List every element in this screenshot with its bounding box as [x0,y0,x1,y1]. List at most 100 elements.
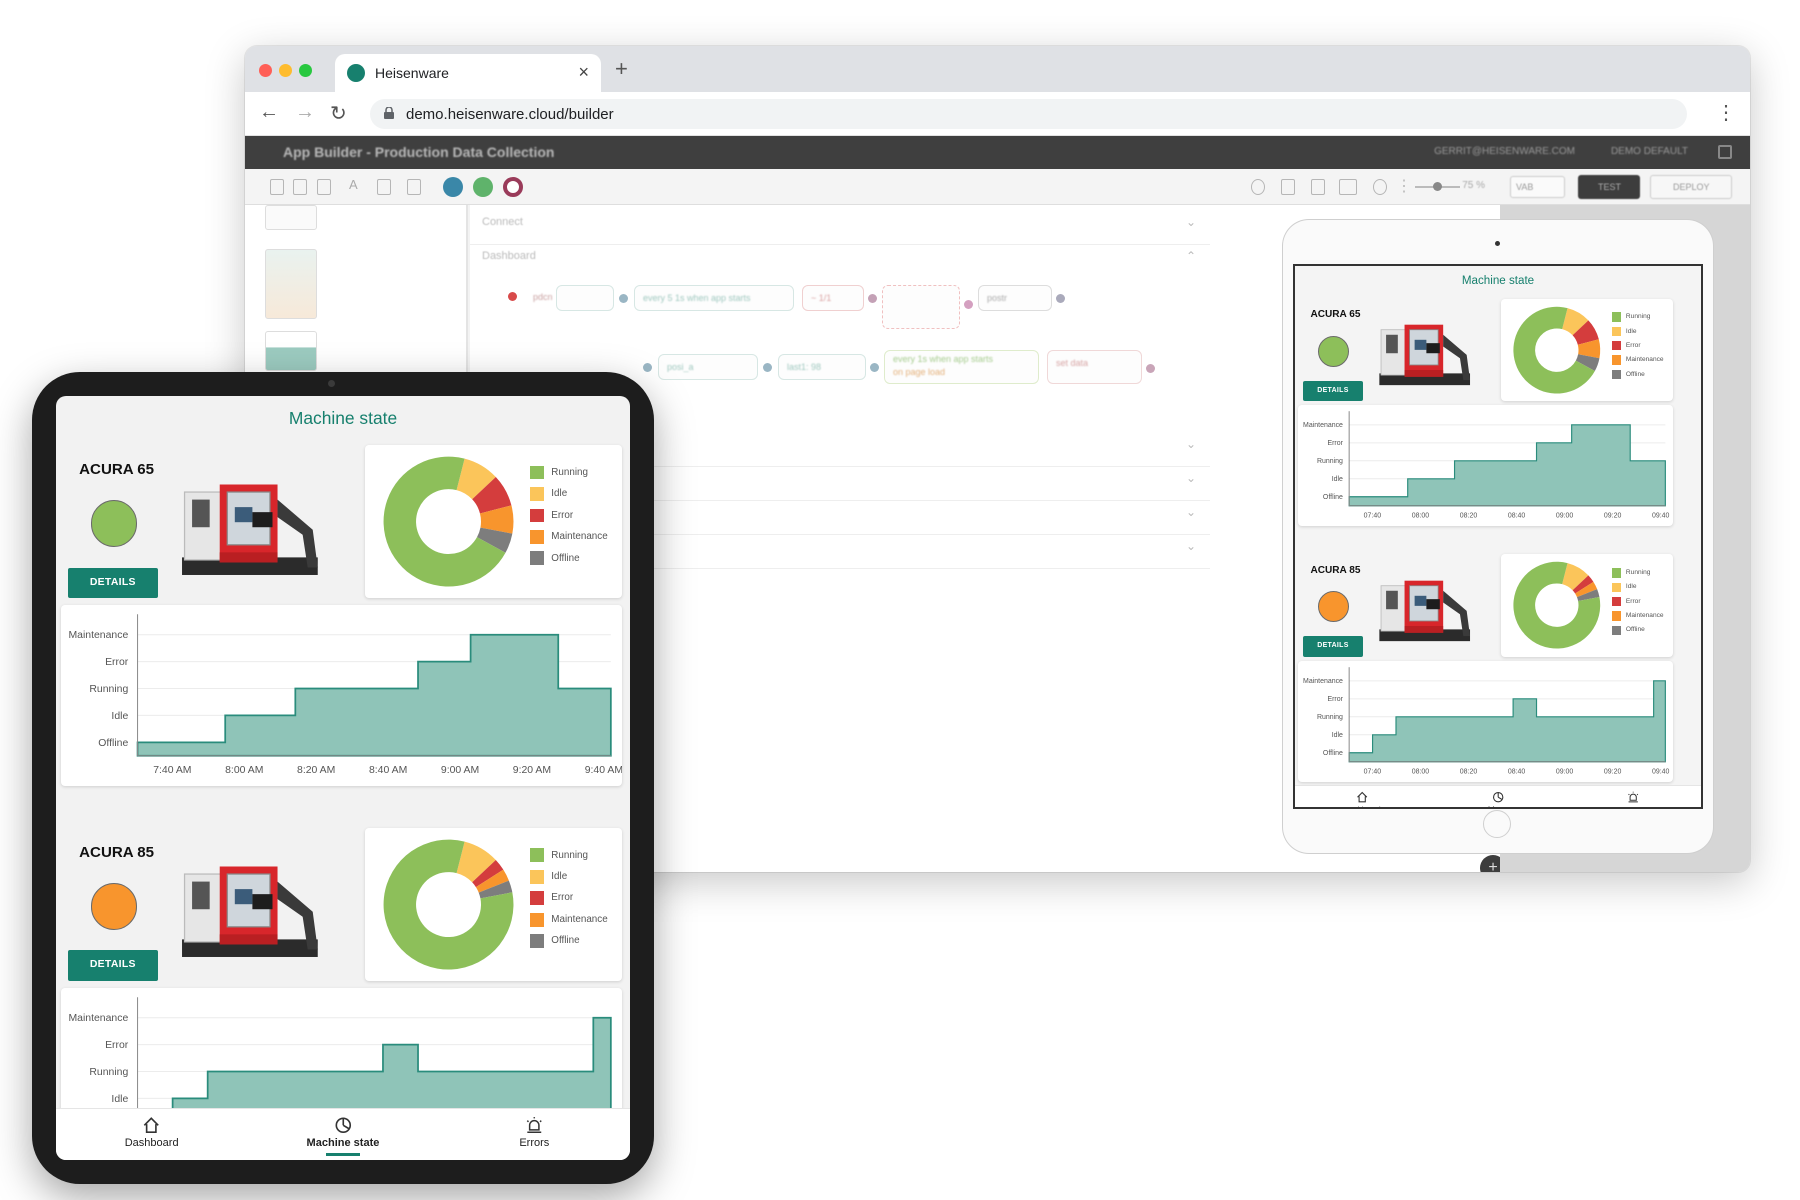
flow-node[interactable]: every 1s when app starts on page load [884,350,1039,384]
chevron-down-icon[interactable]: ⌄ [1186,539,1196,553]
legend-label: Error [551,892,574,904]
preview-phone-icon[interactable] [1281,179,1295,195]
user-email[interactable]: GERRIT@HEISENWARE.COM [1434,146,1575,157]
device-camera [328,380,335,387]
node-port[interactable] [870,363,879,372]
details-button[interactable]: DETAILS [67,950,159,981]
more-icon[interactable]: ⋮ [1396,176,1412,195]
browser-toolbar: ← → ↻ demo.heisenware.cloud/builder ⋮ [245,92,1750,136]
flow-node[interactable]: last1: 98 [778,354,866,380]
legend-label: Maintenance [1625,356,1664,364]
tablet-view-icon[interactable] [293,179,307,195]
settings-icon[interactable] [1251,179,1265,195]
pie-chart-icon [1492,791,1504,803]
legend-swatch [530,529,545,544]
nav-item-machine-state[interactable]: Machine state [273,1116,412,1156]
nav-item-dashboard[interactable]: Dashboard [82,1116,221,1149]
x-tick-label: 08:00 [1412,513,1430,520]
nav-item-machine-state[interactable]: Machine state [1452,791,1545,807]
chevron-down-icon[interactable]: ⌄ [1186,505,1196,519]
back-icon[interactable]: ← [259,101,279,124]
chevron-down-icon[interactable]: ⌄ [1186,215,1196,229]
record-mode-icon[interactable] [503,177,523,197]
bottom-navigation: Dashboard Machine state Errors [1295,785,1701,807]
preview-desktop-icon[interactable] [1339,179,1357,195]
flow-node[interactable] [882,285,960,329]
nav-item-errors[interactable]: Errors [465,1116,604,1149]
minimize-window-button[interactable] [279,64,292,77]
x-tick-label: 09:20 [1604,513,1622,520]
machine-info: ACURA 85 DETAILS [1298,554,1500,657]
chevron-down-icon[interactable]: ⌄ [1186,437,1196,451]
details-button[interactable]: DETAILS [1302,636,1364,657]
page-thumbnail[interactable] [265,205,317,230]
legend-swatch [1611,611,1622,621]
flow-node[interactable]: every 5 1s when app starts [634,285,794,311]
node-port[interactable] [643,363,652,372]
machine-image [1378,580,1470,642]
flow-node[interactable]: posi_a [658,354,758,380]
flow-node[interactable]: set data [1047,350,1142,384]
page-thumbnail[interactable] [265,331,317,371]
chevron-up-icon[interactable]: ⌃ [1186,249,1196,263]
y-tick-label: Running [1317,714,1343,721]
machine-image [181,484,318,575]
x-tick-label: 08:40 [1508,769,1526,776]
node-port[interactable] [619,294,628,303]
resolution-select[interactable]: VAB [1510,176,1565,198]
flow-node[interactable] [556,285,614,311]
legend-swatch [1611,582,1622,592]
legend-label: Maintenance [1625,612,1664,620]
node-port[interactable] [1146,364,1155,373]
state-distribution-card: Running Idle Error Maintenance Offline [1501,554,1674,657]
legend-swatch [530,848,545,863]
exit-icon[interactable] [1718,145,1732,159]
new-tab-icon[interactable]: + [615,56,628,82]
maximize-window-button[interactable] [299,64,312,77]
node-port[interactable] [1056,294,1065,303]
close-tab-icon[interactable]: × [578,62,589,83]
flow-node[interactable]: ~ 1/1 [802,285,864,311]
x-tick-label: 08:00 [1412,769,1430,776]
org-name[interactable]: DEMO DEFAULT [1611,146,1688,157]
legend-label: Idle [551,488,568,500]
node-port[interactable] [508,292,517,301]
legend-swatch [530,869,545,884]
blue-mode-icon[interactable] [443,177,463,197]
reload-icon[interactable]: ↻ [330,101,347,126]
nav-item-dashboard[interactable]: Dashboard [1316,791,1409,807]
details-button[interactable]: DETAILS [1302,380,1364,401]
nav-item-errors[interactable]: Errors [1587,791,1680,807]
phone-view-icon[interactable] [270,179,284,195]
node-port[interactable] [964,300,973,309]
grid-tool-icon[interactable] [377,179,391,195]
y-tick-label: Error [105,657,129,668]
y-tick-label: Idle [1332,732,1343,739]
node-port[interactable] [868,294,877,303]
page-thumbnail-active[interactable] [265,249,317,319]
alarm-icon [1628,791,1639,802]
machine-list: ACURA 65 DETAILS Running Idle Error Maintenan… [1295,295,1701,785]
layout-tool-icon[interactable] [407,179,421,195]
green-mode-icon[interactable] [473,177,493,197]
browser-tab[interactable]: Heisenware × [335,54,601,92]
flow-node[interactable]: postr [978,285,1052,311]
chevron-down-icon[interactable]: ⌄ [1186,471,1196,485]
zoom-slider-handle[interactable] [1433,182,1442,191]
node-port[interactable] [763,363,772,372]
address-bar[interactable]: demo.heisenware.cloud/builder [370,99,1687,129]
rotate-icon[interactable] [1373,179,1387,195]
browser-menu-icon[interactable]: ⋮ [1716,100,1736,125]
y-tick-label: Running [89,1067,128,1078]
zoom-slider[interactable] [1415,182,1460,191]
deploy-button[interactable]: DEPLOY [1650,175,1732,199]
test-button[interactable]: TEST [1578,175,1640,199]
preview-tablet-icon[interactable] [1311,179,1325,195]
details-button[interactable]: DETAILS [67,567,159,598]
close-window-button[interactable] [259,64,272,77]
section-dashboard[interactable]: Dashboard ⌃ [470,239,1210,279]
text-tool-icon[interactable]: A [349,177,363,193]
desktop-view-icon[interactable] [317,179,331,195]
forward-icon[interactable]: → [295,101,315,124]
y-tick-label: Maintenance [1303,423,1343,430]
